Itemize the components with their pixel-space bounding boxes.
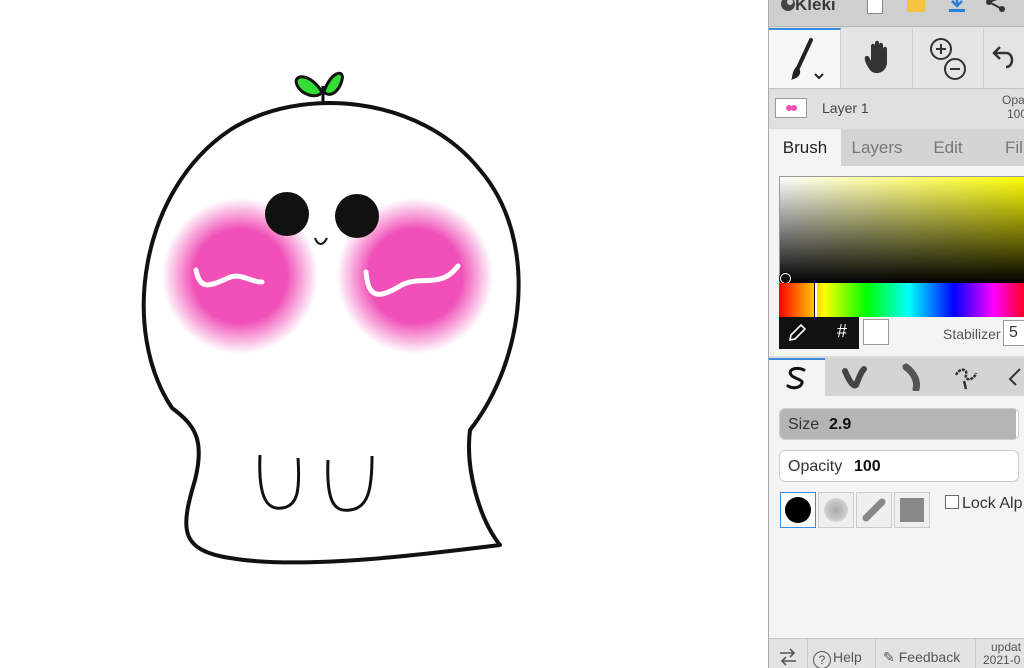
hue-slider-marker[interactable] xyxy=(814,283,817,317)
updated-info[interactable]: updat 2021-0 xyxy=(983,641,1021,667)
current-color-swatch[interactable] xyxy=(863,319,889,345)
feedback-button[interactable]: ✎ Feedback xyxy=(877,639,976,668)
pixel-brush-icon xyxy=(954,368,978,390)
footer-bar: ? Help ✎ Feedback updat 2021-0 xyxy=(769,638,1024,668)
tab-layers[interactable]: Layers xyxy=(843,129,911,166)
tool-row xyxy=(769,28,1024,89)
feedback-icon: ✎ xyxy=(883,649,895,665)
calligraphy-shape-icon xyxy=(862,498,886,522)
layer-opacity: Opa 100 xyxy=(1002,93,1024,121)
pen-brush-icon xyxy=(786,366,806,390)
brush-icon xyxy=(790,38,824,80)
zoom-tool-button[interactable] xyxy=(913,28,984,88)
blend-brush-icon xyxy=(842,366,867,389)
color-panel: # Stabilizer 5 xyxy=(769,166,1024,356)
side-panel: Kleki Layer 1 Opa 10 Brush Layers Edit F… xyxy=(768,0,1024,668)
opacity-slider[interactable]: Opacity 100 xyxy=(779,450,1019,482)
lock-alpha-label: Lock Alp xyxy=(962,495,1023,512)
pixel-brush-button[interactable] xyxy=(939,358,995,396)
stabilizer-select[interactable]: 5 xyxy=(1003,320,1024,346)
open-folder-icon[interactable] xyxy=(907,0,925,12)
sprout-leaf-left xyxy=(294,75,324,98)
stabilizer-label: Stabilizer xyxy=(943,326,1001,342)
download-icon[interactable] xyxy=(947,0,967,14)
lock-alpha-toggle[interactable]: Lock Alp xyxy=(945,495,1022,513)
eye-left xyxy=(265,192,309,236)
hand-icon xyxy=(864,40,887,73)
help-button[interactable]: ? Help xyxy=(809,639,876,668)
calligraphy-brush-shape-button[interactable] xyxy=(856,492,892,528)
lock-alpha-checkbox[interactable] xyxy=(945,495,959,509)
feedback-label: Feedback xyxy=(898,649,961,665)
opacity-label: Opacity xyxy=(788,458,843,475)
round-brush-shape-button[interactable] xyxy=(780,492,816,528)
eraser-brush-button[interactable] xyxy=(995,358,1024,396)
layer-thumbnail xyxy=(775,98,807,118)
app-logo-text: Kleki xyxy=(795,0,836,14)
eye-right xyxy=(335,194,379,238)
new-image-icon[interactable] xyxy=(867,0,883,14)
help-label: Help xyxy=(833,649,862,665)
chalk-shape-icon xyxy=(824,498,848,522)
color-tools: # xyxy=(779,317,859,349)
sketchy-brush-icon xyxy=(902,363,920,391)
eraser-brush-icon xyxy=(1008,368,1021,386)
chalk-brush-shape-button[interactable] xyxy=(818,492,854,528)
layer-name: Layer 1 xyxy=(822,100,869,116)
brush-type-tabs xyxy=(769,358,1024,396)
blend-brush-button[interactable] xyxy=(827,358,883,396)
pen-brush-button[interactable] xyxy=(769,358,825,396)
size-slider[interactable]: Size 2.9 xyxy=(779,408,1019,440)
tab-brush[interactable]: Brush xyxy=(769,129,841,166)
tab-filter[interactable]: Fil xyxy=(1005,129,1024,166)
hex-input-button[interactable]: # xyxy=(837,321,847,342)
swap-sides-icon xyxy=(780,648,796,666)
undo-button[interactable] xyxy=(984,28,1024,88)
color-saturation-value-picker[interactable] xyxy=(779,176,1024,284)
undo-icon xyxy=(991,46,1013,69)
help-icon: ? xyxy=(813,651,831,668)
square-shape-icon xyxy=(900,498,924,522)
hand-tool-button[interactable] xyxy=(842,28,913,88)
drawing-canvas[interactable] xyxy=(0,0,768,668)
size-label: Size xyxy=(788,416,820,433)
eyedropper-icon[interactable] xyxy=(787,323,807,343)
opacity-value: 100 xyxy=(854,458,881,475)
sprout-leaf-right xyxy=(322,71,344,96)
zoom-icon xyxy=(930,38,966,80)
square-brush-shape-button[interactable] xyxy=(894,492,930,528)
size-value: 2.9 xyxy=(829,416,852,433)
round-shape-icon xyxy=(785,497,811,523)
top-bar: Kleki xyxy=(769,0,1024,27)
tab-edit[interactable]: Edit xyxy=(915,129,981,166)
sketchy-brush-button[interactable] xyxy=(883,358,939,396)
share-icon[interactable] xyxy=(985,0,1007,14)
toggle-side-button[interactable] xyxy=(769,639,808,668)
brush-tool-button[interactable] xyxy=(769,28,841,88)
ghost-drawing xyxy=(141,71,521,565)
brush-properties: Size 2.9 Opacity 100 Lock Alp xyxy=(769,396,1024,641)
layer-row[interactable]: Layer 1 Opa 100 xyxy=(769,90,1024,128)
panel-tabs: Brush Layers Edit Fil xyxy=(769,129,1024,166)
